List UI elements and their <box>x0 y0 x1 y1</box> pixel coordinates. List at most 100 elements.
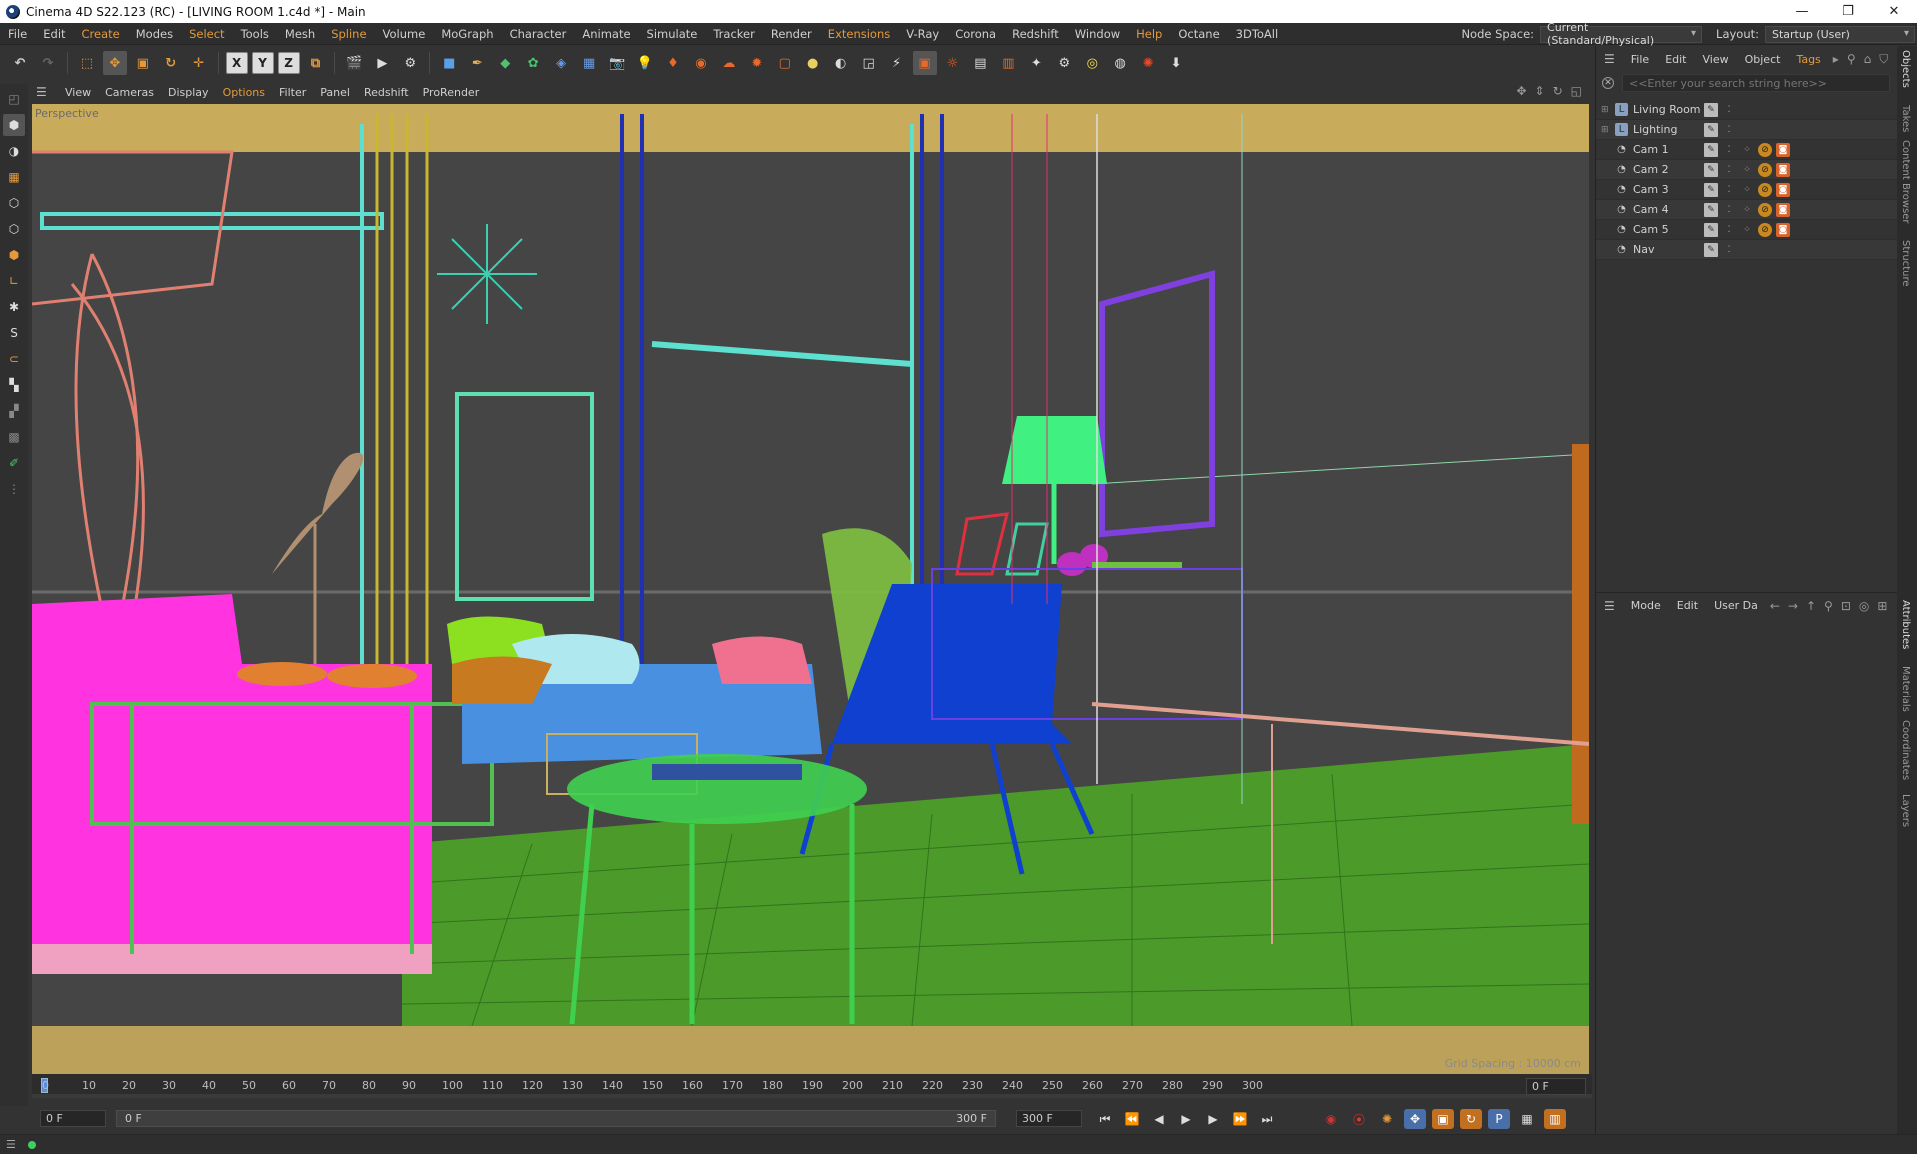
object-row[interactable]: ⊞ L Lighting ✎ ⁚ <box>1596 120 1898 140</box>
octane-light-icon[interactable]: ✺ <box>1136 51 1160 75</box>
side-tab-layers[interactable]: Layers <box>1900 794 1911 827</box>
timeline-window-icon[interactable]: ▥ <box>1544 1109 1566 1129</box>
close-button[interactable]: ✕ <box>1871 0 1917 23</box>
expand-toggle-icon[interactable]: ⊞ <box>1601 125 1611 135</box>
sculpt-icon[interactable]: ✐ <box>3 452 25 474</box>
protection-tag-icon[interactable]: ⊘ <box>1758 163 1772 177</box>
tweak-mode-icon[interactable]: ✱ <box>3 296 25 318</box>
status-menu-icon[interactable]: ☰ <box>6 1138 16 1151</box>
attr-menu-user-da[interactable]: User Da <box>1706 599 1766 612</box>
node-space-select[interactable]: Current (Standard/Physical) <box>1540 21 1703 47</box>
edit-layer-icon[interactable]: ✎ <box>1704 103 1718 117</box>
toggle-view-icon[interactable]: ◱ <box>1571 84 1582 98</box>
more-tools-icon[interactable]: ⋮ <box>3 478 25 500</box>
vray-camera-tag-icon[interactable]: ◙ <box>1776 203 1790 217</box>
om-menu-tags[interactable]: Tags <box>1788 53 1828 66</box>
side-tab-attributes[interactable]: Attributes <box>1900 600 1911 649</box>
points-mode-icon[interactable]: ⬡ <box>3 192 25 214</box>
menu-mesh[interactable]: Mesh <box>277 27 323 41</box>
edit-layer-icon[interactable]: ✎ <box>1704 223 1718 237</box>
home-icon[interactable]: ⌂ <box>1864 52 1872 66</box>
keyframe-selection-icon[interactable]: ✺ <box>1376 1109 1398 1129</box>
viewport-menu-icon[interactable]: ☰ <box>36 85 50 99</box>
octane-settings-icon[interactable]: ⚙ <box>1052 51 1076 75</box>
key-parameter-icon[interactable]: P <box>1488 1109 1510 1129</box>
undo-icon[interactable]: ↶ <box>8 51 32 75</box>
settings-icon[interactable]: ◎ <box>1859 599 1869 613</box>
object-row[interactable]: ◔ Cam 3 ✎ ⁚ ⁘ ⊘ ◙ <box>1596 180 1898 200</box>
menu-edit[interactable]: Edit <box>35 27 73 41</box>
expand-toggle-icon[interactable]: ⊞ <box>1601 105 1611 115</box>
cube-primitive-icon[interactable]: ■ <box>437 51 461 75</box>
menu-3dtoall[interactable]: 3DToAll <box>1228 27 1287 41</box>
menu-octane[interactable]: Octane <box>1170 27 1227 41</box>
redshift-render-view-icon[interactable]: ▣ <box>912 51 937 75</box>
vray-camera-tag-icon[interactable]: ◙ <box>1776 183 1790 197</box>
object-row[interactable]: ◔ Nav ✎ ⁚ <box>1596 240 1898 260</box>
edit-layer-icon[interactable]: ✎ <box>1704 163 1718 177</box>
render-picture-viewer-icon[interactable]: ▶ <box>370 51 394 75</box>
menu-tracker[interactable]: Tracker <box>705 27 763 41</box>
camera-tag-icon[interactable]: ⁘ <box>1740 183 1754 197</box>
next-key-icon[interactable]: ⏩ <box>1229 1109 1251 1129</box>
om-menu-object[interactable]: Object <box>1737 53 1789 66</box>
cloner-icon[interactable]: ✿ <box>521 51 545 75</box>
render-settings-icon[interactable]: ⚙ <box>398 51 422 75</box>
download-icon[interactable]: ⬇ <box>1164 51 1188 75</box>
timeline-ruler[interactable]: 0 10 20 30 40 50 60 70 80 90 100 110 120 130 140 150 160… <box>32 1074 1592 1098</box>
scale-tool-icon[interactable]: ▣ <box>131 51 155 75</box>
visibility-dots-icon[interactable]: ⁚ <box>1722 163 1736 177</box>
om-menu-view[interactable]: View <box>1695 53 1737 66</box>
vray-light-icon[interactable]: ♦ <box>661 51 685 75</box>
forward-arrow-icon[interactable]: → <box>1788 599 1798 613</box>
attr-menu-mode[interactable]: Mode <box>1623 599 1669 612</box>
search-icon[interactable]: ⚲ <box>1824 599 1833 613</box>
filter-icon[interactable]: ⛉ <box>1879 52 1888 67</box>
restore-button[interactable]: ❐ <box>1825 0 1871 23</box>
object-name[interactable]: Lighting <box>1633 123 1713 136</box>
menu-create[interactable]: Create <box>74 27 128 41</box>
menu-file[interactable]: File <box>0 27 35 41</box>
floor-icon[interactable]: ▦ <box>577 51 601 75</box>
viewport-menu-view[interactable]: View <box>58 86 98 99</box>
menu-modes[interactable]: Modes <box>128 27 181 41</box>
edit-layer-icon[interactable]: ✎ <box>1704 243 1718 257</box>
key-position-icon[interactable]: ✥ <box>1404 1109 1426 1129</box>
key-scale-icon[interactable]: ▣ <box>1432 1109 1454 1129</box>
menu-tools[interactable]: Tools <box>233 27 277 41</box>
back-arrow-icon[interactable]: ← <box>1770 599 1780 613</box>
object-row[interactable]: ◔ Cam 4 ✎ ⁚ ⁘ ⊘ ◙ <box>1596 200 1898 220</box>
z-axis-lock-icon[interactable]: Z <box>277 52 300 74</box>
orbit-view-icon[interactable]: ↻ <box>1553 84 1563 98</box>
workplane-icon[interactable]: ▦ <box>3 166 25 188</box>
edit-layer-icon[interactable]: ✎ <box>1704 203 1718 217</box>
edit-layer-icon[interactable]: ✎ <box>1704 183 1718 197</box>
protection-tag-icon[interactable]: ⊘ <box>1758 203 1772 217</box>
pen-spline-icon[interactable]: ✒ <box>465 51 489 75</box>
object-row[interactable]: ◔ Cam 1 ✎ ⁚ ⁘ ⊘ ◙ <box>1596 140 1898 160</box>
lock-icon[interactable]: ⊡ <box>1841 599 1851 613</box>
vray-camera-tag-icon[interactable]: ◙ <box>1776 143 1790 157</box>
current-frame-field[interactable]: 0 F <box>1526 1078 1586 1095</box>
axis-mode-icon[interactable]: ∟ <box>3 270 25 292</box>
protection-tag-icon[interactable]: ⊘ <box>1758 183 1772 197</box>
viewport-menu-cameras[interactable]: Cameras <box>98 86 161 99</box>
move-tool-icon[interactable]: ✥ <box>102 51 127 75</box>
side-tab-takes[interactable]: Takes <box>1900 105 1911 132</box>
vray-sun-icon[interactable]: ✹ <box>745 51 769 75</box>
object-name[interactable]: Cam 2 <box>1633 163 1713 176</box>
viewport-menu-filter[interactable]: Filter <box>272 86 313 99</box>
side-tab-coordinates[interactable]: Coordinates <box>1900 720 1911 780</box>
side-tab-materials[interactable]: Materials <box>1900 666 1911 712</box>
visibility-dots-icon[interactable]: ⁚ <box>1722 243 1736 257</box>
object-name[interactable]: Cam 5 <box>1633 223 1713 236</box>
edit-layer-icon[interactable]: ✎ <box>1704 123 1718 137</box>
object-name[interactable]: Cam 4 <box>1633 203 1713 216</box>
visibility-dots-icon[interactable]: ⁚ <box>1722 143 1736 157</box>
deformer-icon[interactable]: ◈ <box>549 51 573 75</box>
go-to-start-icon[interactable]: ⏮ <box>1094 1109 1116 1129</box>
side-tab-objects[interactable]: Objects <box>1900 50 1911 88</box>
planar-workplane-icon[interactable]: ▞ <box>3 400 25 422</box>
snap-icon[interactable]: S <box>3 322 25 344</box>
clear-search-icon[interactable]: ✕ <box>1602 77 1614 89</box>
